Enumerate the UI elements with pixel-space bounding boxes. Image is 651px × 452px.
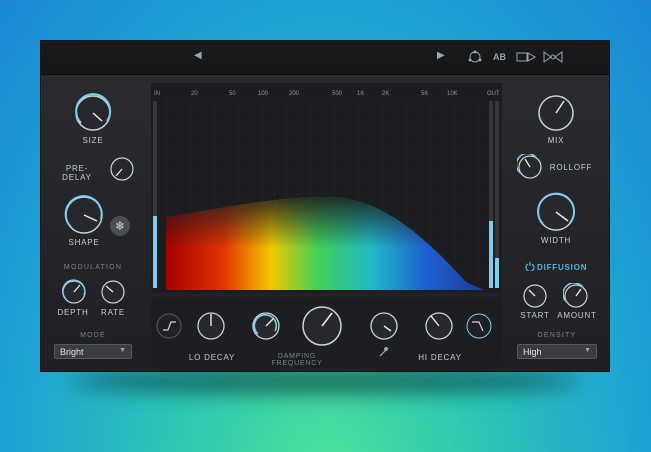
- predelay-knob[interactable]: [109, 156, 135, 182]
- predelay-label: PRE-DELAY: [62, 164, 92, 182]
- svg-text:❄: ❄: [115, 219, 125, 233]
- top-bar: ◀ ▶ AB: [41, 41, 609, 75]
- size-label: SIZE: [82, 136, 104, 145]
- ab-compare-button[interactable]: AB: [493, 52, 506, 62]
- reverb-plugin-window: ◀ ▶ AB SIZE PRE-DELAY ❄ SHAPE MODULATION: [40, 40, 610, 372]
- density-select[interactable]: High ▼: [517, 344, 597, 359]
- amount-label: AMOUNT: [557, 311, 597, 320]
- randomize-icon[interactable]: [467, 50, 483, 64]
- mode-heading: MODE: [80, 332, 106, 339]
- freq-tick-label: 100: [258, 91, 269, 97]
- amount-knob[interactable]: [563, 283, 589, 309]
- start-label: START: [520, 311, 550, 320]
- chevron-down-icon: ▼: [584, 347, 591, 354]
- freq-tick-label: 500: [332, 91, 343, 97]
- out-meter-label: OUT: [487, 91, 500, 97]
- hi-freq-knob[interactable]: [369, 311, 399, 341]
- output-meter-left: [489, 101, 493, 288]
- hi-decay-label: HI DECAY: [418, 353, 462, 362]
- density-value: High: [523, 347, 542, 357]
- mode-select[interactable]: Bright ▼: [54, 344, 132, 359]
- freeze-icon[interactable]: ❄: [109, 215, 131, 237]
- diffusion-toggle[interactable]: DIFFUSION: [537, 263, 587, 272]
- freq-tick-label: 200: [289, 91, 300, 97]
- rolloff-label: ROLLOFF: [549, 163, 593, 172]
- bypass-icon[interactable]: [543, 51, 563, 63]
- lo-shelf-button[interactable]: [156, 313, 182, 339]
- copy-icon[interactable]: [516, 51, 536, 63]
- mix-label: MIX: [547, 136, 565, 145]
- next-preset-icon[interactable]: ▶: [437, 50, 445, 61]
- rolloff-knob[interactable]: [517, 154, 543, 180]
- in-meter-label: IN: [154, 91, 160, 97]
- modulation-heading: MODULATION: [63, 264, 123, 271]
- prev-preset-icon[interactable]: ◀: [194, 50, 202, 61]
- mode-value: Bright: [60, 347, 84, 357]
- damping-label: DAMPING FREQUENCY: [271, 353, 323, 367]
- density-heading: DENSITY: [537, 332, 577, 339]
- freq-tick-label: 10K: [447, 91, 458, 97]
- freq-tick-label: 5K: [421, 91, 429, 97]
- rate-knob[interactable]: [100, 279, 126, 305]
- width-label: WIDTH: [540, 236, 572, 245]
- lo-freq-knob[interactable]: [251, 311, 281, 341]
- freq-tick-label: 1K: [357, 91, 365, 97]
- lo-decay-label: LO DECAY: [188, 353, 236, 362]
- mix-knob[interactable]: [536, 93, 576, 133]
- lo-decay-knob[interactable]: [196, 311, 226, 341]
- link-icon[interactable]: [377, 345, 391, 359]
- width-knob[interactable]: [535, 191, 577, 233]
- freq-tick-label: 2K: [382, 91, 390, 97]
- decay-spectrum-graph[interactable]: [166, 97, 484, 290]
- depth-label: DEPTH: [57, 308, 89, 317]
- power-icon[interactable]: [525, 261, 535, 271]
- output-meter-right: [495, 101, 499, 288]
- decay-main-knob[interactable]: [300, 304, 344, 348]
- shape-knob[interactable]: [63, 194, 105, 236]
- shape-label: SHAPE: [68, 238, 100, 247]
- input-meter: [153, 101, 157, 288]
- rate-label: RATE: [101, 308, 125, 317]
- start-knob[interactable]: [522, 283, 548, 309]
- depth-knob[interactable]: [61, 279, 87, 305]
- hi-shelf-button[interactable]: [466, 313, 492, 339]
- chevron-down-icon: ▼: [119, 347, 126, 354]
- freq-tick-label: 50: [229, 91, 236, 97]
- size-knob[interactable]: [73, 93, 113, 133]
- hi-decay-knob[interactable]: [424, 311, 454, 341]
- freq-tick-label: 20: [191, 91, 198, 97]
